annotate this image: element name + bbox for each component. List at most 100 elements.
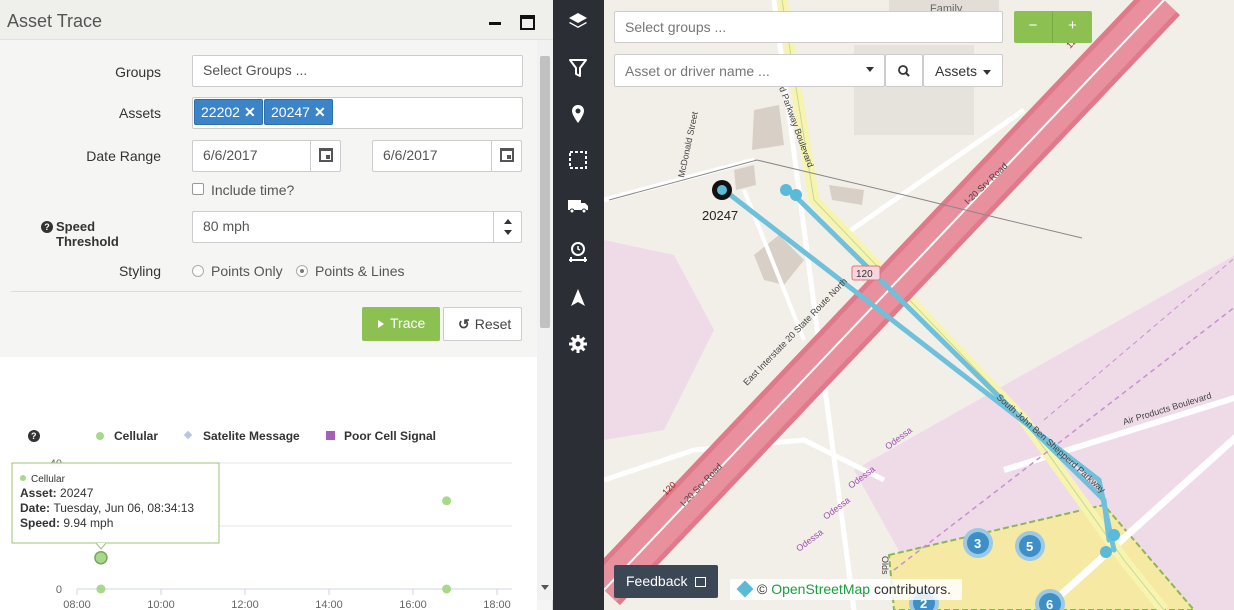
styling-label: Styling [118,263,161,279]
legend-marker [326,431,335,440]
date-to-calendar-button[interactable] [491,140,521,172]
dropdown-caret-icon[interactable] [866,67,874,72]
trace-button[interactable]: Trace [362,307,440,341]
filter-icon[interactable] [566,56,590,80]
y-tick-label: 0 [56,584,62,596]
map-label: Odessa [821,495,852,522]
tooltip-row: Date: Tuesday, Jun 06, 08:34:13 [20,501,194,515]
assets-label: Assets [118,105,161,121]
search-button[interactable] [885,54,923,87]
location-pin-icon[interactable] [566,102,590,126]
map-groups-select[interactable]: Select groups ... [614,11,1003,43]
building [752,105,784,150]
select-area-icon[interactable] [566,148,590,172]
calendar-icon [319,148,333,162]
x-tick-label: 16:00 [399,599,427,610]
asset-tag: 20247 ✕ [264,99,333,125]
legend-marker [183,430,193,440]
asset-marker-label: 20247 [702,208,738,223]
landuse-area [604,240,714,440]
map-label: Olds [880,556,890,575]
asset-marker-core [717,185,727,195]
scroll-down-icon[interactable] [541,585,549,590]
stepper-down-icon[interactable] [504,230,512,235]
trace-point[interactable] [1108,529,1120,541]
include-time-checkbox[interactable] [192,183,204,195]
settings-icon[interactable] [566,332,590,356]
map-toolbar [553,0,604,610]
layers-icon[interactable] [566,10,590,34]
attribution-prefix: © [757,581,768,597]
zoom-in-button[interactable]: + [1053,11,1092,43]
styling-option-label: Points & Lines [315,263,405,279]
building [734,165,756,190]
speed-stepper[interactable] [493,212,521,242]
date-to-input[interactable]: 6/6/2017 [372,140,522,172]
tooltip-pointer [95,542,107,550]
zoom-control: − + [1014,11,1092,43]
message-icon [695,577,707,587]
dropdown-caret-icon [983,70,991,75]
legend-label: Poor Cell Signal [344,429,436,443]
asset-search-placeholder: Asset or driver name ... [625,63,770,79]
route-icon[interactable] [566,240,590,264]
tooltip-marker [20,475,26,481]
groups-select[interactable]: Select Groups ... [192,55,523,87]
date-from-calendar-button[interactable] [310,140,340,172]
date-from-input[interactable]: 6/6/2017 [192,140,341,172]
assets-dropdown-label: Assets [935,63,978,79]
data-point[interactable] [442,584,452,594]
panel-scrollbar[interactable] [537,40,553,600]
legend-marker [96,432,104,440]
map-label: McDonald Street [676,110,700,178]
speed-threshold-value: 80 mph [203,218,250,234]
date-range-label: Date Range [86,148,161,164]
building [829,185,864,205]
styling-points-lines-radio[interactable] [296,265,308,277]
tooltip-row: Speed: 9.94 mph [20,516,113,530]
divider [11,291,522,292]
maximize-button[interactable] [520,15,535,30]
asset-search-input[interactable]: Asset or driver name ... [614,54,885,87]
assets-dropdown-button[interactable]: Assets [923,54,1003,87]
feedback-button[interactable]: Feedback [614,565,718,598]
play-icon [378,320,384,328]
date-to-value: 6/6/2017 [383,147,438,163]
data-point[interactable] [94,550,108,565]
styling-points-only-radio[interactable] [192,265,204,277]
feedback-label: Feedback [626,573,688,589]
tooltip-series: Cellular [31,474,66,485]
styling-option-label: Points Only [211,263,283,279]
reset-button[interactable]: ↺ Reset [443,307,522,341]
x-tick-label: 12:00 [231,599,259,610]
cluster-count: 5 [1026,539,1033,554]
map-canvas[interactable]: Family McDonald Street d Parkway Bouleva… [604,0,1234,610]
reset-button-label: Reset [474,316,512,332]
route-shield-label: 120 [856,269,873,280]
asset-tag: 22202 ✕ [194,99,263,125]
trace-point[interactable] [1100,546,1112,558]
navigation-arrow-icon[interactable] [566,286,590,310]
map[interactable]: Family McDonald Street d Parkway Bouleva… [604,0,1234,610]
data-point[interactable] [442,496,452,506]
legend-label: Cellular [114,429,158,443]
scrollbar-thumb[interactable] [540,56,550,328]
minimize-button[interactable] [487,13,503,29]
x-tick-label: 18:00 [483,599,511,610]
asset-trace-panel: Asset Trace Groups Select Groups ... Ass… [0,0,553,610]
openstreetmap-link[interactable]: OpenStreetMap [771,581,870,597]
truck-icon[interactable] [566,194,590,218]
include-time-label: Include time? [211,182,295,198]
asset-tag-label: 20247 [271,104,310,120]
speed-threshold-input[interactable]: 80 mph [192,211,522,243]
help-icon[interactable]: ? [41,221,53,233]
remove-tag-icon[interactable]: ✕ [244,104,256,120]
zoom-out-button[interactable]: − [1014,11,1053,43]
search-icon [898,65,910,77]
cluster-count: 6 [1046,597,1053,610]
cluster-count: 3 [974,536,981,551]
trace-point[interactable] [790,189,802,201]
stepper-up-icon[interactable] [504,219,512,224]
remove-tag-icon[interactable]: ✕ [314,104,326,120]
data-point[interactable] [96,584,106,594]
